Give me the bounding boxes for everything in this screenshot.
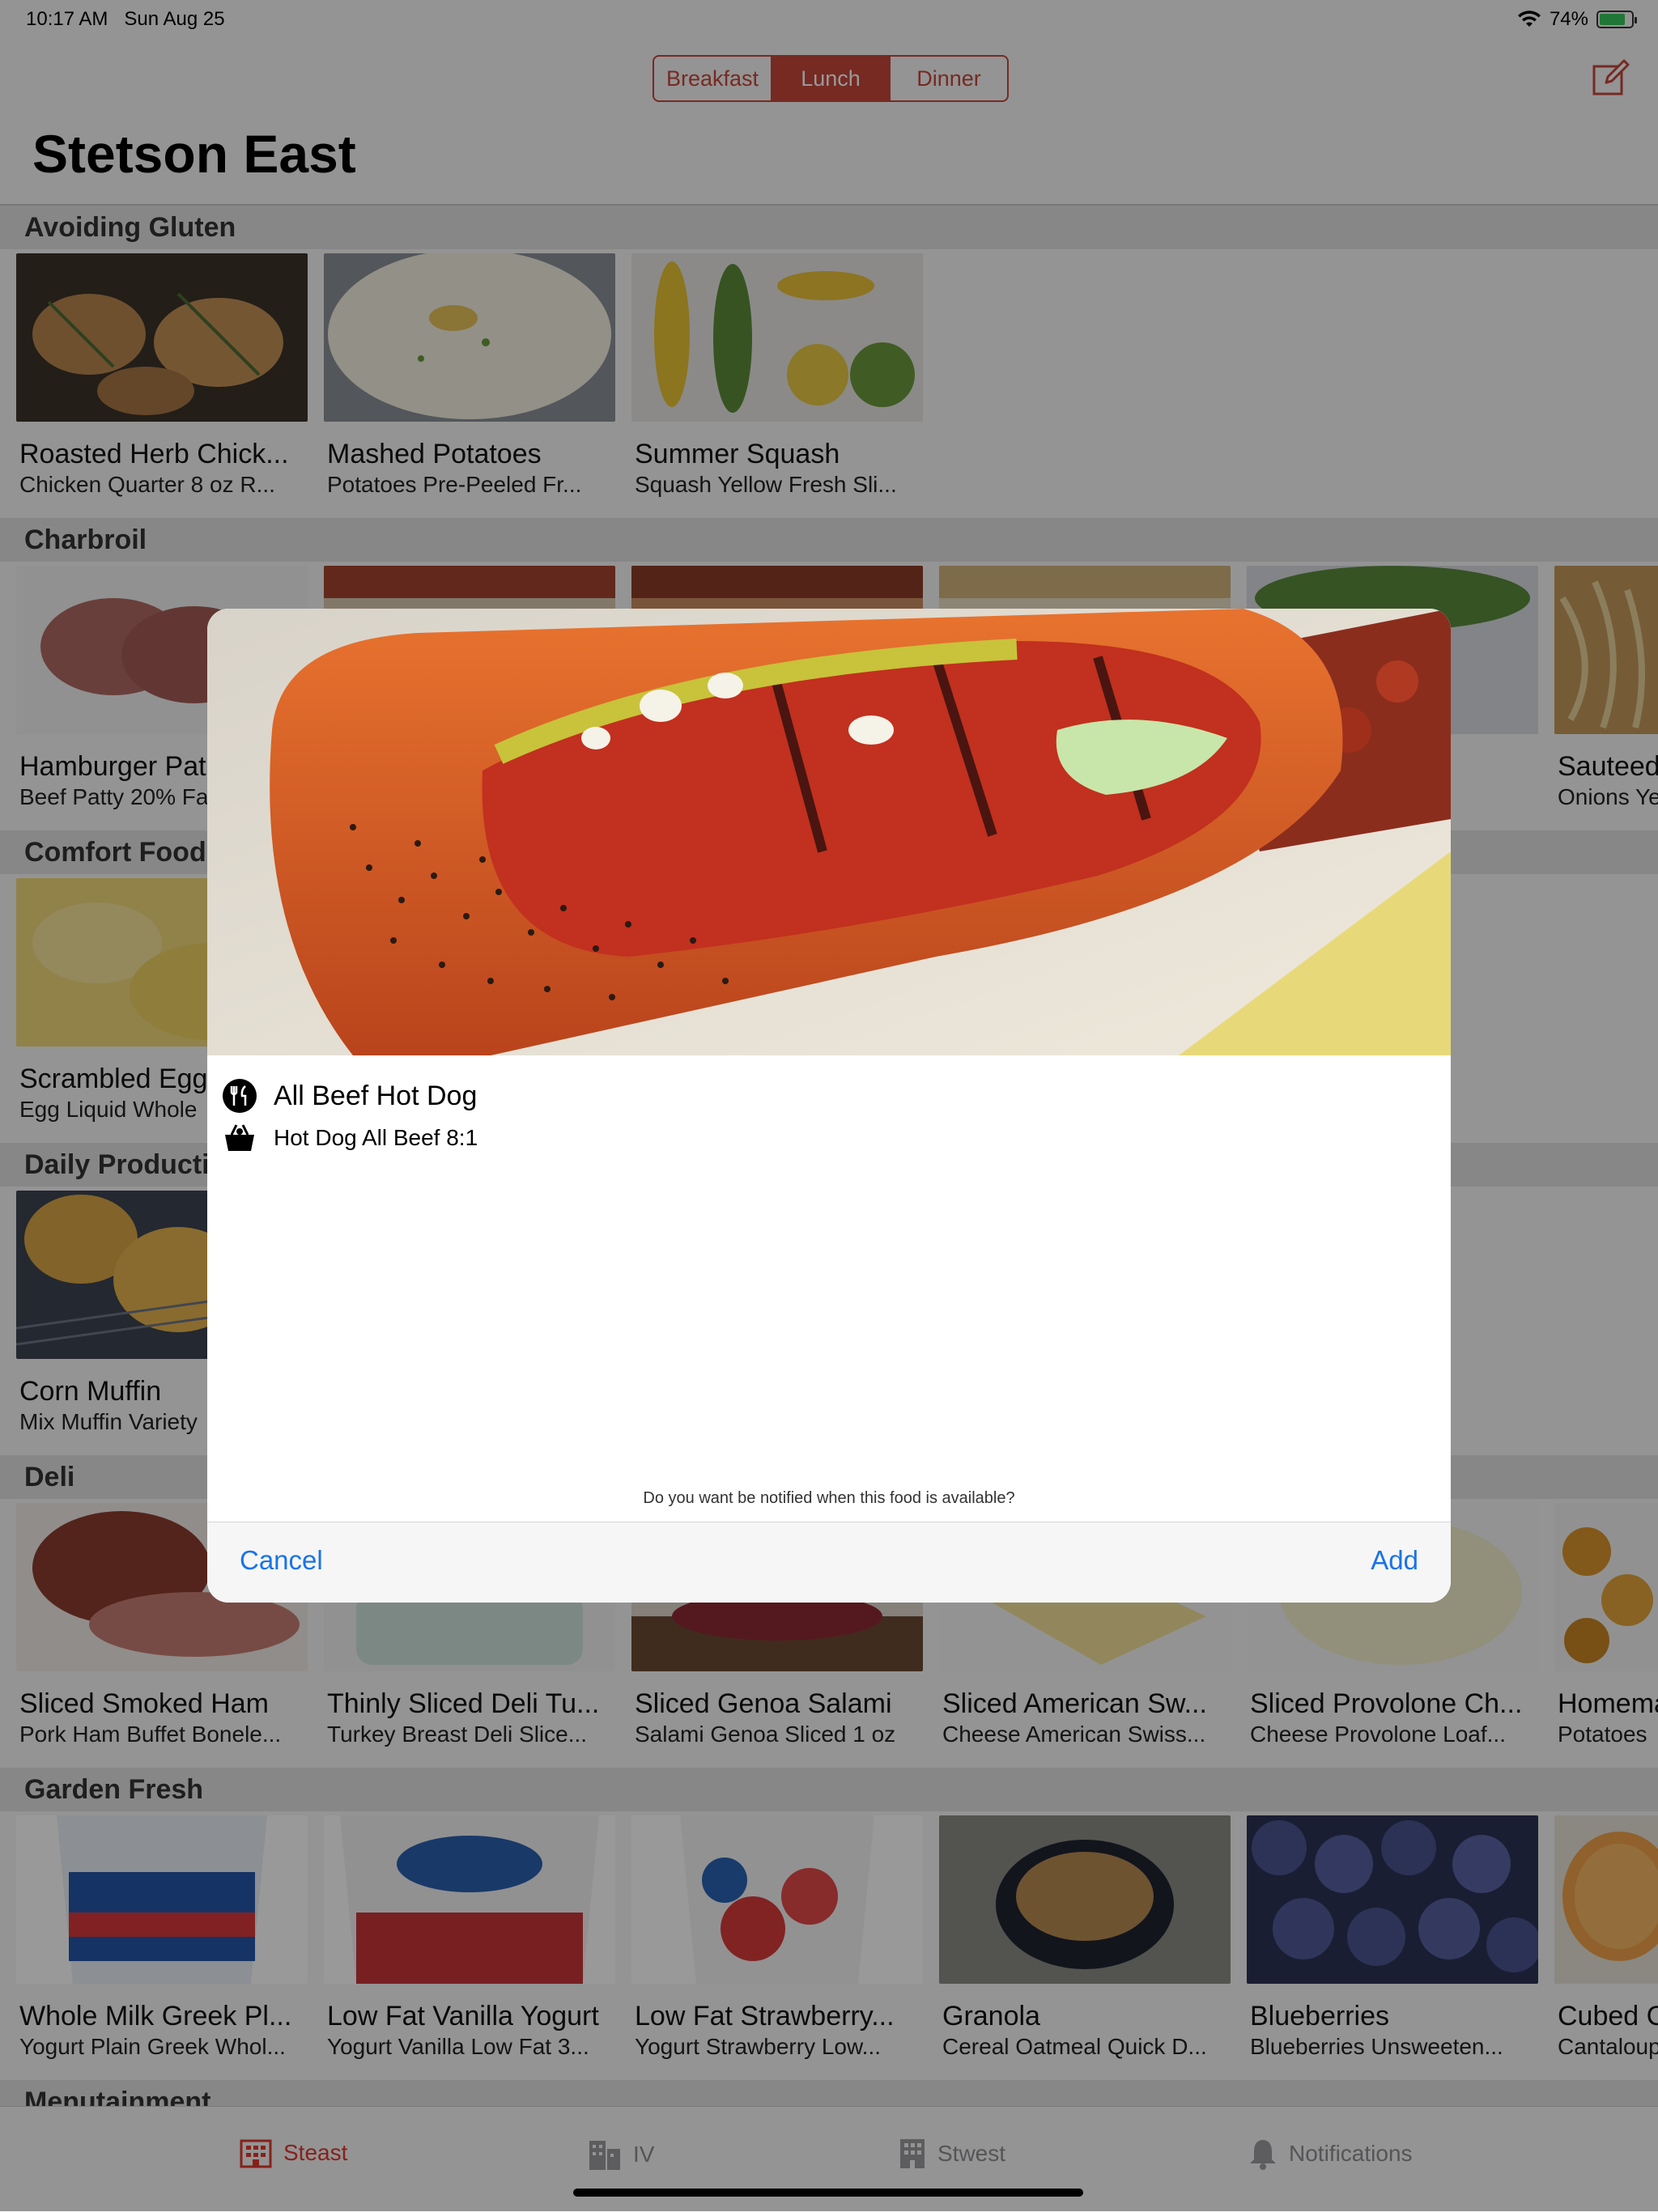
food-detail-dialog: All Beef Hot Dog Hot Dog All Beef 8:1 Do… — [207, 609, 1451, 1603]
food-product-name: Hot Dog All Beef 8:1 — [274, 1125, 478, 1150]
food-name-row: All Beef Hot Dog — [222, 1078, 477, 1114]
food-name: All Beef Hot Dog — [274, 1080, 478, 1111]
basket-icon — [225, 1124, 254, 1151]
home-indicator — [573, 2189, 1083, 2197]
food-source-row: Hot Dog All Beef 8:1 — [222, 1120, 478, 1156]
utensils-icon — [223, 1079, 257, 1113]
cancel-button[interactable]: Cancel — [240, 1545, 323, 1576]
add-button[interactable]: Add — [1371, 1545, 1418, 1576]
dialog-footer: Cancel Add — [207, 1522, 1451, 1603]
food-photo — [207, 609, 1451, 1055]
notify-question: Do you want be notified when this food i… — [643, 1489, 1015, 1507]
